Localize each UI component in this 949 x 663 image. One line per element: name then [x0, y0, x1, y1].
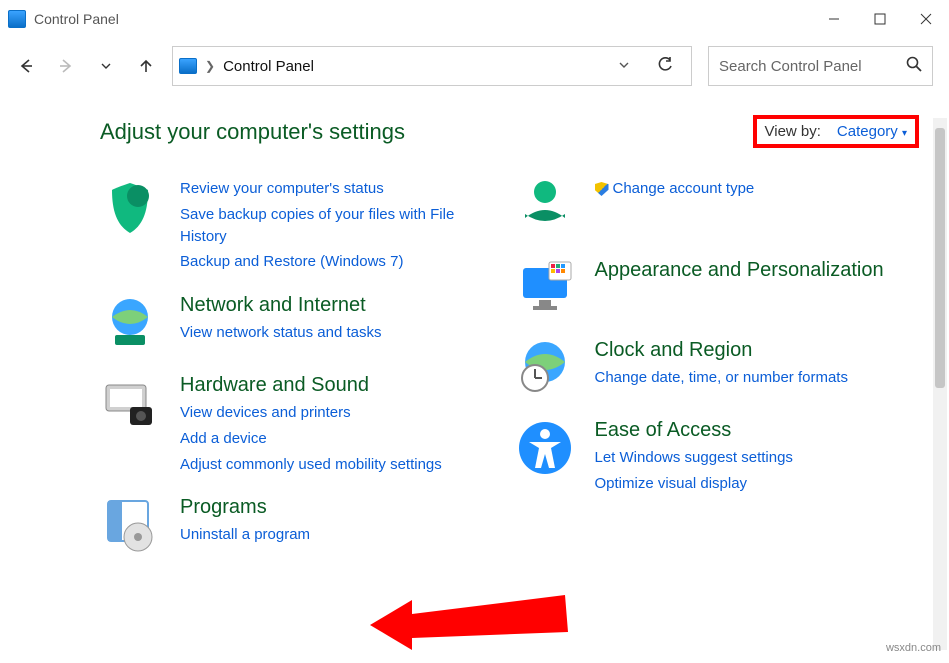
- category-title-programs[interactable]: Programs: [180, 495, 310, 520]
- category-title-clock[interactable]: Clock and Region: [595, 338, 848, 363]
- category-title-network[interactable]: Network and Internet: [180, 293, 382, 318]
- address-bar[interactable]: ❯ Control Panel: [172, 46, 692, 86]
- close-button[interactable]: [903, 3, 949, 35]
- maximize-button[interactable]: [857, 3, 903, 35]
- caret-down-icon: ▾: [902, 128, 907, 139]
- minimize-button[interactable]: [811, 3, 857, 35]
- content: Adjust your computer's settings View by:…: [0, 95, 949, 660]
- link-add-device[interactable]: Add a device: [180, 428, 442, 450]
- category-title-appearance[interactable]: Appearance and Personalization: [595, 258, 884, 283]
- link-file-history[interactable]: Save backup copies of your files with Fi…: [180, 204, 505, 248]
- link-network-status[interactable]: View network status and tasks: [180, 322, 382, 344]
- link-optimize-visual[interactable]: Optimize visual display: [595, 473, 793, 495]
- refresh-button[interactable]: [645, 56, 685, 77]
- category-hardware: Hardware and Sound View devices and prin…: [100, 373, 505, 475]
- link-review-status[interactable]: Review your computer's status: [180, 178, 505, 200]
- link-uninstall[interactable]: Uninstall a program: [180, 524, 310, 546]
- link-date-time[interactable]: Change date, time, or number formats: [595, 367, 848, 389]
- vertical-scrollbar[interactable]: [933, 118, 947, 650]
- left-column: Review your computer's status Save backu…: [100, 178, 505, 555]
- category-programs: Programs Uninstall a program: [100, 495, 505, 555]
- category-clock: Clock and Region Change date, time, or n…: [515, 338, 920, 398]
- window-controls: [811, 3, 949, 35]
- user-icon: [515, 178, 575, 238]
- category-title-hardware[interactable]: Hardware and Sound: [180, 373, 442, 398]
- view-by-value: Category: [837, 123, 898, 140]
- hardware-icon: [100, 373, 160, 433]
- address-path: Control Panel: [223, 58, 609, 75]
- link-mobility[interactable]: Adjust commonly used mobility settings: [180, 454, 442, 476]
- titlebar: Control Panel: [0, 0, 949, 38]
- category-system-security: Review your computer's status Save backu…: [100, 178, 505, 273]
- clock-icon: [515, 338, 575, 398]
- forward-button[interactable]: [56, 56, 76, 76]
- search-input[interactable]: Search Control Panel: [708, 46, 933, 86]
- chevron-down-icon[interactable]: [617, 58, 637, 75]
- category-ease: Ease of Access Let Windows suggest setti…: [515, 418, 920, 495]
- category-appearance: Appearance and Personalization: [515, 258, 920, 318]
- link-change-account-type[interactable]: Change account type: [595, 178, 755, 200]
- up-button[interactable]: [136, 56, 156, 76]
- search-icon: [906, 56, 922, 76]
- scrollbar-thumb[interactable]: [935, 128, 945, 388]
- ease-of-access-icon: [515, 418, 575, 478]
- view-by-label: View by:: [765, 123, 821, 140]
- link-suggest-settings[interactable]: Let Windows suggest settings: [595, 447, 793, 469]
- back-button[interactable]: [16, 56, 36, 76]
- recent-dropdown[interactable]: [96, 56, 116, 76]
- link-devices-printers[interactable]: View devices and printers: [180, 402, 442, 424]
- category-user-accounts: Change account type: [515, 178, 920, 238]
- chevron-right-icon: ❯: [205, 59, 215, 73]
- window-title: Control Panel: [34, 11, 119, 27]
- category-network: Network and Internet View network status…: [100, 293, 505, 353]
- link-backup-restore[interactable]: Backup and Restore (Windows 7): [180, 251, 505, 273]
- appearance-icon: [515, 258, 575, 318]
- programs-icon: [100, 495, 160, 555]
- page-title: Adjust your computer's settings: [100, 119, 405, 145]
- view-by-selector[interactable]: View by: Category ▾: [753, 115, 920, 148]
- app-icon: [8, 10, 26, 28]
- search-placeholder: Search Control Panel: [719, 58, 862, 75]
- category-title-ease[interactable]: Ease of Access: [595, 418, 793, 443]
- watermark: wsxdn.com: [886, 642, 941, 654]
- security-icon: [100, 178, 160, 238]
- network-icon: [100, 293, 160, 353]
- right-column: Change account type Appearance and Perso…: [515, 178, 920, 555]
- navbar: ❯ Control Panel Search Control Panel: [0, 38, 949, 100]
- control-panel-icon: [179, 58, 197, 74]
